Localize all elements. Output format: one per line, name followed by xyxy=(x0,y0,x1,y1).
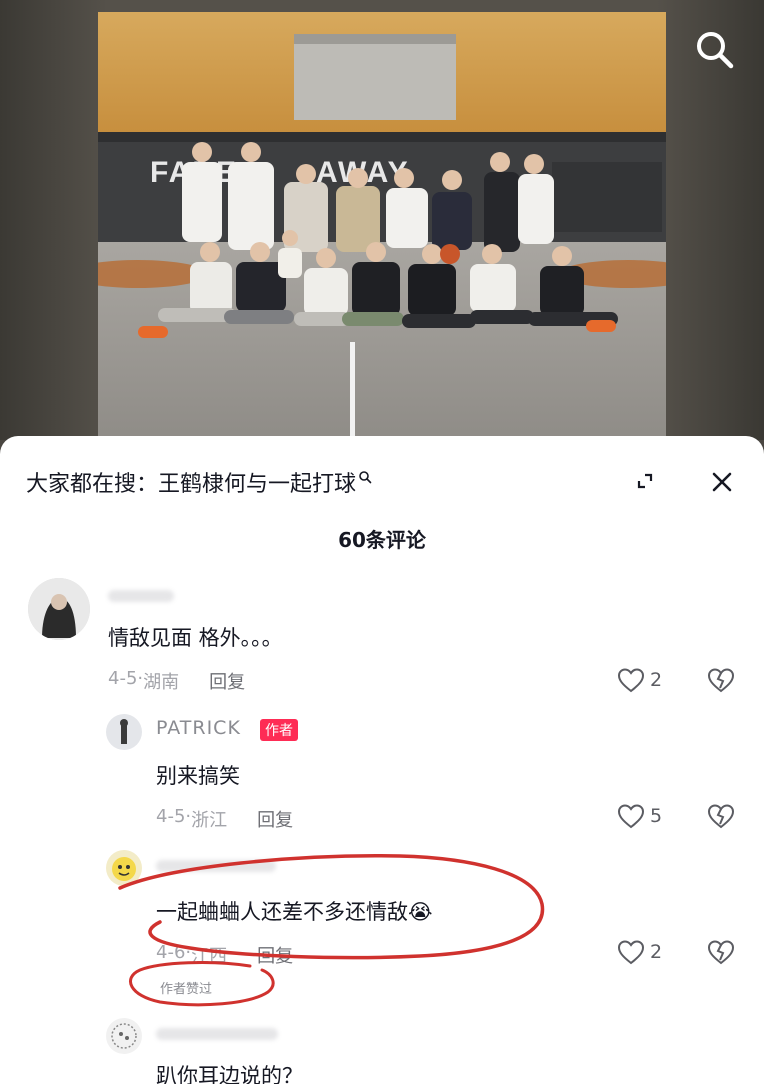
comment-text: 情敌见面 格外。。。 xyxy=(108,626,283,650)
username-blurred xyxy=(156,1028,278,1040)
like-button[interactable]: 2 xyxy=(616,938,662,966)
comment-location: 湖南 xyxy=(143,672,180,693)
avatar[interactable] xyxy=(106,714,142,750)
expand-icon xyxy=(637,473,653,489)
reply-button[interactable]: 回复 xyxy=(209,668,245,694)
comment-sheet: 大家都在搜： 王鹤棣何与一起打球 60条评论 情敌见面 格外。。。 4-5 · … xyxy=(0,436,764,1084)
comment-meta: 4-5 · 湖南 回复 xyxy=(108,668,246,694)
reply-button[interactable]: 回复 xyxy=(257,806,293,832)
sheet-header: 大家都在搜： 王鹤棣何与一起打球 60条评论 xyxy=(0,436,764,552)
username-blurred xyxy=(156,860,276,872)
video-area[interactable]: FADE AWAY xyxy=(0,0,764,440)
avatar[interactable] xyxy=(28,578,90,640)
comment-meta: 4-6 · 江西 回复 xyxy=(156,942,294,968)
reply-item: PATRICK 作者 别来搞笑 4-5 · 浙江 回复 5 xyxy=(0,708,764,838)
comment-location: 浙江 xyxy=(191,810,228,831)
comment-date: 4-5 xyxy=(156,806,186,827)
small-search-icon xyxy=(359,471,372,484)
trending-search[interactable]: 大家都在搜： 王鹤棣何与一起打球 xyxy=(26,466,372,498)
comment-count: 60条评论 xyxy=(338,528,426,552)
like-count: 2 xyxy=(650,941,663,963)
comment-location: 江西 xyxy=(191,946,228,967)
expand-button[interactable] xyxy=(630,466,660,496)
reply-item: 趴你耳边说的？ xyxy=(0,1012,764,1084)
heart-icon xyxy=(617,668,645,693)
comment-text: 别来搞笑 xyxy=(156,764,240,788)
reply-button[interactable]: 回复 xyxy=(257,942,293,968)
like-count: 5 xyxy=(650,805,663,827)
comment-text-body: 一起蛐蛐人还差不多还情敌 xyxy=(156,900,408,924)
dislike-button[interactable] xyxy=(706,666,736,698)
comment-item: 情敌见面 格外。。。 4-5 · 湖南 回复 2 xyxy=(0,572,764,702)
broken-heart-icon xyxy=(707,940,735,965)
avatar[interactable] xyxy=(106,1018,142,1054)
author-badge: 作者 xyxy=(260,719,298,741)
search-button[interactable] xyxy=(690,26,738,74)
like-button[interactable]: 5 xyxy=(616,802,662,830)
comment-date: 4-6 xyxy=(156,942,186,963)
dislike-button[interactable] xyxy=(706,938,736,970)
group-photo: FADE AWAY xyxy=(98,12,666,440)
close-button[interactable] xyxy=(706,466,738,498)
heart-icon xyxy=(617,940,645,965)
reply-item: 一起蛐蛐人还差不多还情敌😭 4-6 · 江西 回复 作者赞过 2 xyxy=(0,846,764,1006)
dislike-button[interactable] xyxy=(706,802,736,834)
like-count: 2 xyxy=(650,669,663,691)
broken-heart-icon xyxy=(707,668,735,693)
trending-prefix: 大家都在搜： xyxy=(26,472,159,497)
close-icon xyxy=(712,472,732,492)
comment-date: 4-5 xyxy=(108,668,138,689)
avatar[interactable] xyxy=(106,850,142,886)
trending-query: 王鹤棣何与一起打球 xyxy=(158,472,357,497)
search-icon xyxy=(697,32,734,69)
heart-icon xyxy=(617,804,645,829)
username[interactable]: PATRICK xyxy=(156,717,241,739)
author-liked-tag: 作者赞过 xyxy=(160,982,213,997)
comment-meta: 4-5 · 浙江 回复 xyxy=(156,806,294,832)
like-button[interactable]: 2 xyxy=(616,666,662,694)
comment-text: 趴你耳边说的？ xyxy=(156,1064,303,1084)
username-blurred xyxy=(108,590,174,602)
broken-heart-icon xyxy=(707,804,735,829)
crying-emoji: 😭 xyxy=(408,900,433,924)
comment-text: 一起蛐蛐人还差不多还情敌😭 xyxy=(156,896,433,926)
